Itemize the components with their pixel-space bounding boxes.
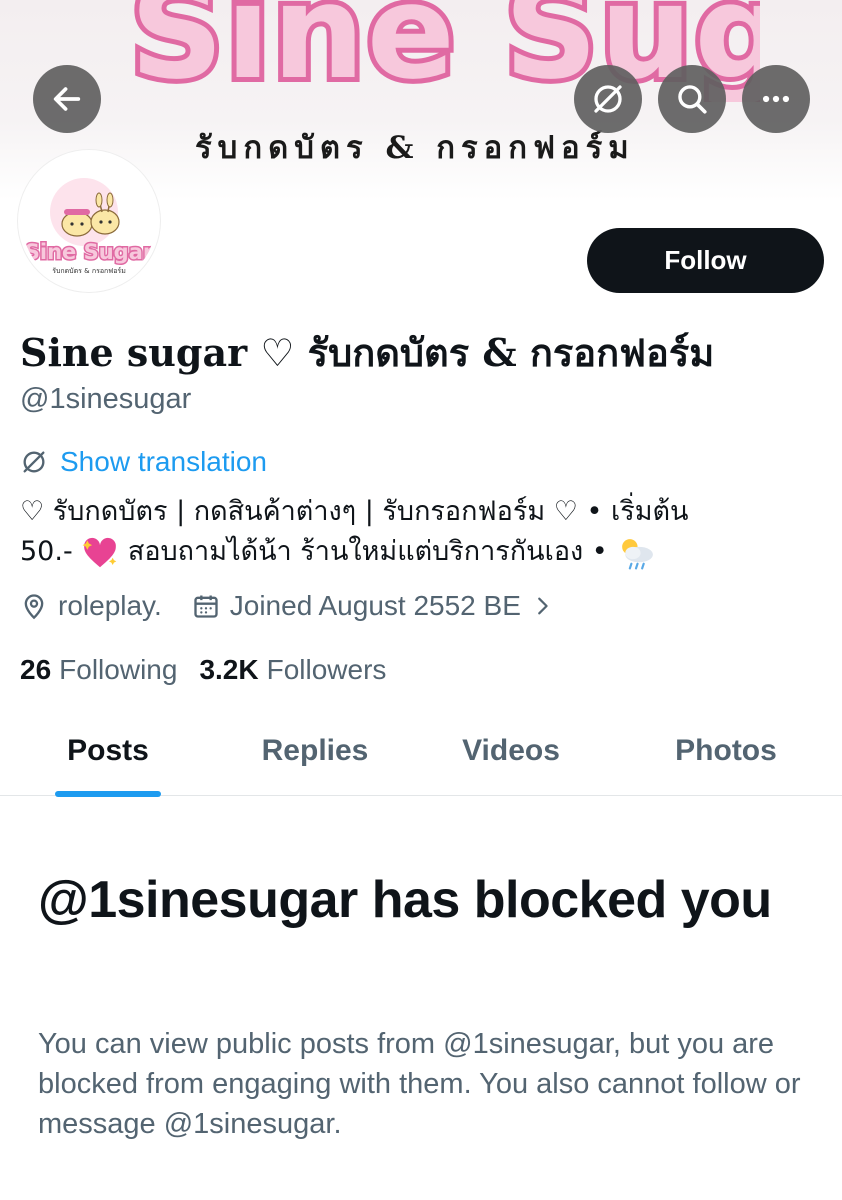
- banner-subtitle: รับกดบัตร & กรอกฟอร์ม: [195, 130, 635, 166]
- profile-handle: @1sinesugar: [20, 383, 192, 415]
- profile-bio: ♡ รับกดบัตร | กดสินค้าต่างๆ | รับกรอกฟอร…: [20, 492, 820, 572]
- follow-button[interactable]: Follow: [587, 228, 824, 293]
- calendar-icon: [194, 595, 218, 618]
- tab-replies[interactable]: Replies: [240, 706, 390, 796]
- translate-icon: [594, 85, 622, 113]
- profile-meta: roleplay. Joined August 2552 BE: [20, 590, 583, 622]
- avatar-image: Sine Sugar รับกดบัตร & กรอกฟอร์ม: [22, 154, 156, 288]
- location: roleplay.: [20, 590, 162, 622]
- back-button[interactable]: [33, 65, 101, 133]
- bio-line-2: 50.- สอบถามได้น้า ร้านใหม่แต่บริการกันเอ…: [20, 532, 820, 572]
- location-text: roleplay.: [58, 590, 162, 621]
- location-pin-icon: [24, 594, 44, 620]
- blocked-title: @1sinesugar has blocked you: [38, 871, 772, 929]
- search-icon: [678, 85, 707, 114]
- followers-label: Followers: [266, 654, 387, 685]
- followers-count: 3.2K: [199, 654, 259, 685]
- follow-stats: 26 Following 3.2K Followers: [20, 654, 386, 686]
- following-count: 26: [20, 654, 52, 685]
- more-button[interactable]: [742, 65, 810, 133]
- joined-date[interactable]: Joined August 2552 BE: [192, 590, 553, 622]
- bio-text-2: สอบถามได้น้า ร้านใหม่แต่บริการกันเอง •: [119, 536, 617, 567]
- bio-line-1: ♡ รับกดบัตร | กดสินค้าต่างๆ | รับกรอกฟอร…: [20, 496, 689, 527]
- blocked-description: You can view public posts from @1sinesug…: [38, 1028, 801, 1140]
- following-label: Following: [59, 654, 178, 685]
- active-tab-indicator: [55, 791, 161, 797]
- tab-posts[interactable]: Posts: [55, 706, 161, 796]
- avatar[interactable]: Sine Sugar รับกดบัตร & กรอกฟอร์ม: [18, 150, 160, 292]
- following-stat[interactable]: 26 Following: [20, 654, 177, 686]
- sparkling-heart-icon: [82, 537, 117, 567]
- profile-tabs: Posts Replies Videos Photos: [0, 706, 842, 797]
- bio-price: 50.-: [20, 536, 82, 567]
- search-button[interactable]: [658, 65, 726, 133]
- show-translation-link[interactable]: Show translation: [20, 446, 267, 478]
- tab-photos[interactable]: Photos: [655, 706, 797, 796]
- avatar-subtitle: รับกดบัตร & กรอกฟอร์ม: [52, 267, 126, 275]
- more-icon: [762, 95, 790, 103]
- show-translation-label[interactable]: Show translation: [60, 446, 267, 478]
- sun-behind-rain-cloud-icon: [622, 538, 654, 569]
- joined-text: Joined August 2552 BE: [229, 590, 521, 621]
- followers-stat[interactable]: 3.2K Followers: [199, 654, 386, 686]
- chevron-right-icon: [538, 597, 548, 615]
- avatar-logo-text: Sine Sugar: [25, 240, 154, 264]
- translate-icon: [23, 451, 45, 473]
- arrow-left-icon: [53, 87, 81, 111]
- display-name: Sine sugar ♡ รับกดบัตร & กรอกฟอร์ม: [20, 330, 715, 375]
- translate-button[interactable]: [574, 65, 642, 133]
- tab-videos[interactable]: Videos: [440, 706, 582, 796]
